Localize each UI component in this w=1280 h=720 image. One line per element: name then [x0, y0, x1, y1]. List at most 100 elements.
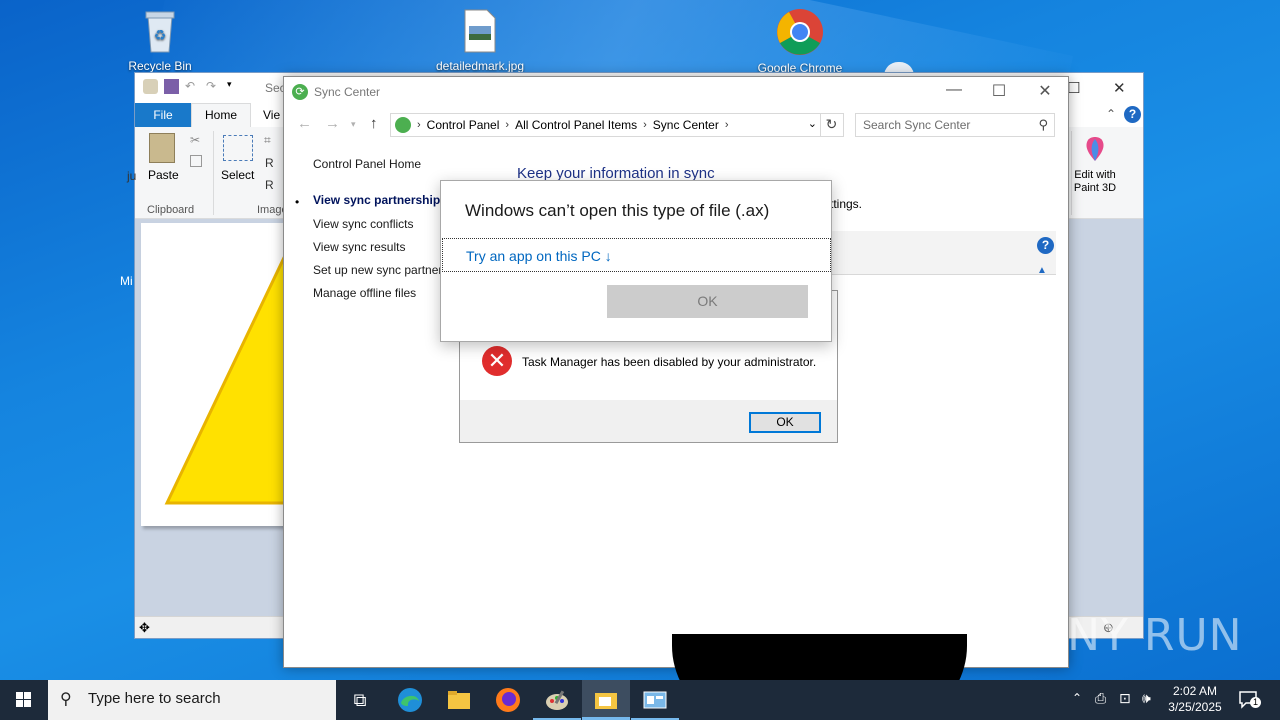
- address-dropdown-icon[interactable]: ⌄: [808, 117, 817, 130]
- help-icon[interactable]: ?: [1124, 106, 1141, 123]
- bullet-icon: •: [295, 195, 300, 209]
- desktop-icon-label: Recycle Bin: [128, 59, 192, 73]
- clipboard-group-label: Clipboard: [147, 204, 195, 216]
- maximize-icon[interactable]: ☐: [1067, 79, 1080, 97]
- move-icon: ✥: [139, 620, 150, 635]
- tab-file[interactable]: File: [135, 103, 191, 127]
- error-icon: ✕: [482, 346, 512, 376]
- notification-center-icon[interactable]: 1: [1238, 689, 1261, 709]
- recycle-bin-icon: ♻: [115, 8, 205, 57]
- ok-button-disabled[interactable]: OK: [607, 285, 808, 318]
- image-file-icon: [435, 8, 525, 57]
- sync-center-icon: ⟳: [292, 84, 308, 100]
- clock-time: 2:02 AM: [1172, 684, 1218, 698]
- recent-pages-icon[interactable]: ▾: [351, 119, 356, 130]
- minimize-icon[interactable]: —: [934, 81, 974, 99]
- open-with-dialog: Windows can’t open this type of file (.a…: [440, 180, 832, 342]
- chrome-icon: [755, 8, 845, 59]
- taskbar-search-input[interactable]: ⚲ Type here to search: [48, 680, 336, 720]
- taskbar: ⚲ Type here to search ⧉ ⌃ ⎙ ⊡ 🕪 2:02 AM …: [0, 680, 1280, 720]
- start-button[interactable]: [0, 680, 48, 720]
- undo-icon[interactable]: ↶: [185, 79, 200, 94]
- maximize-icon[interactable]: ☐: [979, 81, 1019, 101]
- paste-button[interactable]: Paste: [148, 168, 179, 182]
- try-app-link[interactable]: Try an app on this PC ↓: [442, 238, 831, 272]
- redo-icon[interactable]: ↷: [206, 79, 221, 94]
- try-app-label: Try an app on this PC: [466, 248, 601, 264]
- resize-button[interactable]: R: [265, 156, 274, 170]
- view-sync-results-link[interactable]: View sync results: [313, 240, 405, 254]
- address-bar[interactable]: › Control Panel › All Control Panel Item…: [390, 113, 844, 137]
- tab-home[interactable]: Home: [191, 103, 251, 127]
- sync-titlebar: ⟳ Sync Center — ☐ ✕: [284, 77, 1068, 107]
- sync-center-icon: [395, 117, 411, 133]
- volume-icon[interactable]: 🕪: [1142, 690, 1151, 707]
- search-icon: ⚲: [1038, 117, 1048, 132]
- search-placeholder: Search Sync Center: [863, 118, 971, 132]
- show-hidden-icons-icon[interactable]: ⌃: [1072, 691, 1082, 705]
- arrow-down-icon: ↓: [604, 248, 612, 264]
- back-icon[interactable]: ←: [297, 115, 312, 132]
- view-sync-conflicts-link[interactable]: View sync conflicts: [313, 217, 413, 231]
- breadcrumb-separator: ›: [724, 119, 729, 131]
- paint-app-icon: [143, 79, 158, 94]
- task-view-icon[interactable]: ⧉: [336, 680, 384, 720]
- search-icon: ⚲: [60, 691, 72, 708]
- clock-date: 3/25/2025: [1168, 700, 1222, 714]
- up-icon[interactable]: ↑: [370, 115, 378, 132]
- windows-logo-icon: [16, 692, 31, 707]
- address-row: ← → ▾ ↑ › Control Panel › All Control Pa…: [284, 111, 1068, 139]
- breadcrumb-separator: ›: [417, 119, 421, 131]
- paint-taskbar-icon[interactable]: [533, 680, 581, 720]
- desktop-icon-recycle-bin[interactable]: ♻ Recycle Bin: [115, 8, 205, 73]
- view-sync-partnerships-link[interactable]: View sync partnerships: [313, 193, 447, 207]
- close-icon[interactable]: ✕: [1025, 81, 1065, 101]
- ok-button[interactable]: OK: [749, 412, 821, 433]
- edit-with-paint3d-button[interactable]: Edit with Paint 3D: [1073, 169, 1117, 195]
- help-icon[interactable]: ?: [1037, 237, 1054, 254]
- device-icon[interactable]: ⎙: [1095, 690, 1106, 707]
- desktop-icon-chrome[interactable]: Google Chrome: [755, 8, 845, 75]
- explorer-window-taskbar-icon[interactable]: [582, 680, 630, 720]
- set-up-sync-partnership-link[interactable]: Set up new sync partner: [313, 263, 442, 277]
- breadcrumb-sync-center[interactable]: Sync Center: [653, 118, 719, 132]
- close-icon[interactable]: ✕: [1113, 79, 1126, 97]
- network-icon[interactable]: ⊡: [1119, 690, 1131, 707]
- clock[interactable]: 2:02 AM 3/25/2025: [1166, 683, 1224, 715]
- qat-dropdown-icon[interactable]: ▾: [227, 79, 242, 94]
- desktop-icon-detailedmark[interactable]: detailedmark.jpg: [435, 8, 525, 73]
- crop-icon[interactable]: ⌗: [264, 133, 271, 148]
- tab-view[interactable]: Vie: [263, 103, 280, 127]
- file-explorer-icon[interactable]: [435, 680, 483, 720]
- breadcrumb-all-items[interactable]: All Control Panel Items: [515, 118, 637, 132]
- notification-count-badge: 1: [1250, 697, 1261, 708]
- firefox-icon[interactable]: [484, 680, 532, 720]
- window-title: Sync Center: [314, 85, 381, 99]
- select-button[interactable]: Select: [221, 168, 254, 182]
- forward-icon[interactable]: →: [325, 115, 340, 132]
- dialog-message: Task Manager has been disabled by your a…: [522, 355, 817, 369]
- copy-icon[interactable]: [190, 155, 202, 167]
- collapse-icon[interactable]: ▲: [1037, 265, 1047, 276]
- rotate-button[interactable]: R: [265, 178, 274, 192]
- control-panel-taskbar-icon[interactable]: [631, 680, 679, 720]
- breadcrumb-separator: ›: [643, 119, 647, 131]
- dialog-title: Windows can’t open this type of file (.a…: [465, 201, 770, 220]
- desktop-side-label: Mi: [120, 274, 133, 288]
- anyrun-watermark: ANY RUN: [1036, 610, 1243, 661]
- breadcrumb-control-panel[interactable]: Control Panel: [427, 118, 500, 132]
- paste-icon: [149, 133, 175, 163]
- svg-text:♻: ♻: [154, 27, 167, 43]
- save-icon[interactable]: [164, 79, 179, 94]
- cut-icon[interactable]: ✂: [190, 133, 200, 147]
- edge-icon[interactable]: [386, 680, 434, 720]
- quick-access-toolbar: ↶ ↷ ▾: [143, 79, 242, 94]
- search-input[interactable]: Search Sync Center ⚲: [855, 113, 1055, 137]
- ribbon-divider: [213, 131, 214, 215]
- paint3d-icon: [1082, 135, 1108, 163]
- collapse-ribbon-icon[interactable]: ⌃: [1106, 107, 1116, 121]
- select-icon: [223, 135, 253, 161]
- control-panel-home-link[interactable]: Control Panel Home: [313, 157, 421, 171]
- manage-offline-files-link[interactable]: Manage offline files: [313, 286, 416, 300]
- refresh-icon[interactable]: ↻: [820, 113, 842, 137]
